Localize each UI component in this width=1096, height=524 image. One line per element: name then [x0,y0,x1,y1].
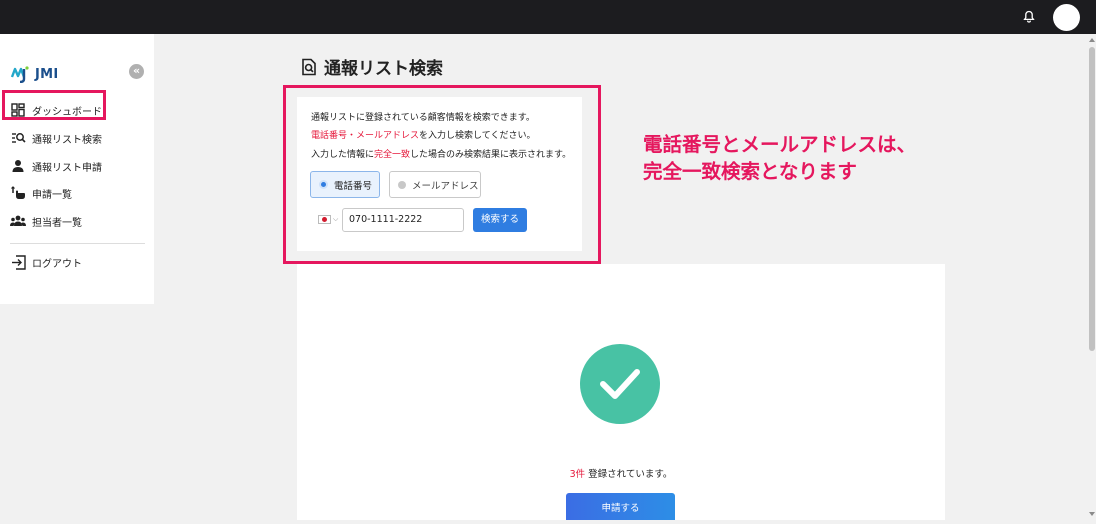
sidebar-item-label: ログアウト [32,258,82,270]
sidebar-item-list-search[interactable]: 通報リスト検索 [10,128,102,148]
top-bar [0,0,1096,34]
sidebar-item-label: 通報リスト申請 [32,162,102,174]
page-title: 通報リスト検索 [300,54,443,79]
bell-icon[interactable] [1021,9,1037,25]
user-avatar[interactable] [1053,4,1080,31]
logo-text: JMI [35,66,59,82]
sidebar-divider [10,243,145,244]
document-search-icon [300,58,318,76]
result-panel: 3件 登録されています。 申請する [297,264,945,520]
result-count-suffix: 登録されています。 [585,469,673,480]
jmi-logo[interactable]: JMI [10,64,59,84]
sidebar-item-label: 通報リスト検索 [32,134,102,146]
result-count-text: 3件 登録されています。 [297,466,945,480]
annotation-line2: 完全一致検索となります [643,160,857,183]
result-count: 3件 [569,469,586,480]
highlight-box-nav [2,90,106,120]
apply-button[interactable]: 申請する [566,493,675,520]
sidebar-item-list-apply[interactable]: 通報リスト申請 [10,156,102,176]
person-icon [10,158,26,174]
page-title-text: 通報リスト検索 [324,59,443,79]
annotation-text: 電話番号とメールアドレスは、 完全一致検索となります [643,131,916,185]
jmi-logo-mark-icon [10,66,29,83]
list-search-icon [10,130,26,146]
group-icon [10,213,26,229]
sidebar-item-label: 担当者一覧 [32,217,82,229]
check-circle-icon [580,344,660,424]
annotation-line1: 電話番号とメールアドレスは、 [643,133,917,156]
hand-pointer-icon [10,185,26,201]
highlight-box-search [283,85,601,264]
sidebar-item-logout[interactable]: ログアウト [10,252,82,272]
sidebar-item-label: 申請一覧 [32,189,72,201]
scroll-down-arrow-icon[interactable] [1089,512,1095,516]
sidebar: JMI « ダッシュボード 通報リスト検索 通報リスト申請 申請一覧 担当者一覧 [0,34,154,304]
sidebar-item-applications[interactable]: 申請一覧 [10,183,72,203]
collapse-sidebar-button[interactable]: « [129,64,144,79]
scrollbar-thumb[interactable] [1089,47,1095,351]
sidebar-item-staff[interactable]: 担当者一覧 [10,211,82,231]
logout-icon [10,254,26,270]
scroll-up-arrow-icon[interactable] [1089,38,1095,42]
